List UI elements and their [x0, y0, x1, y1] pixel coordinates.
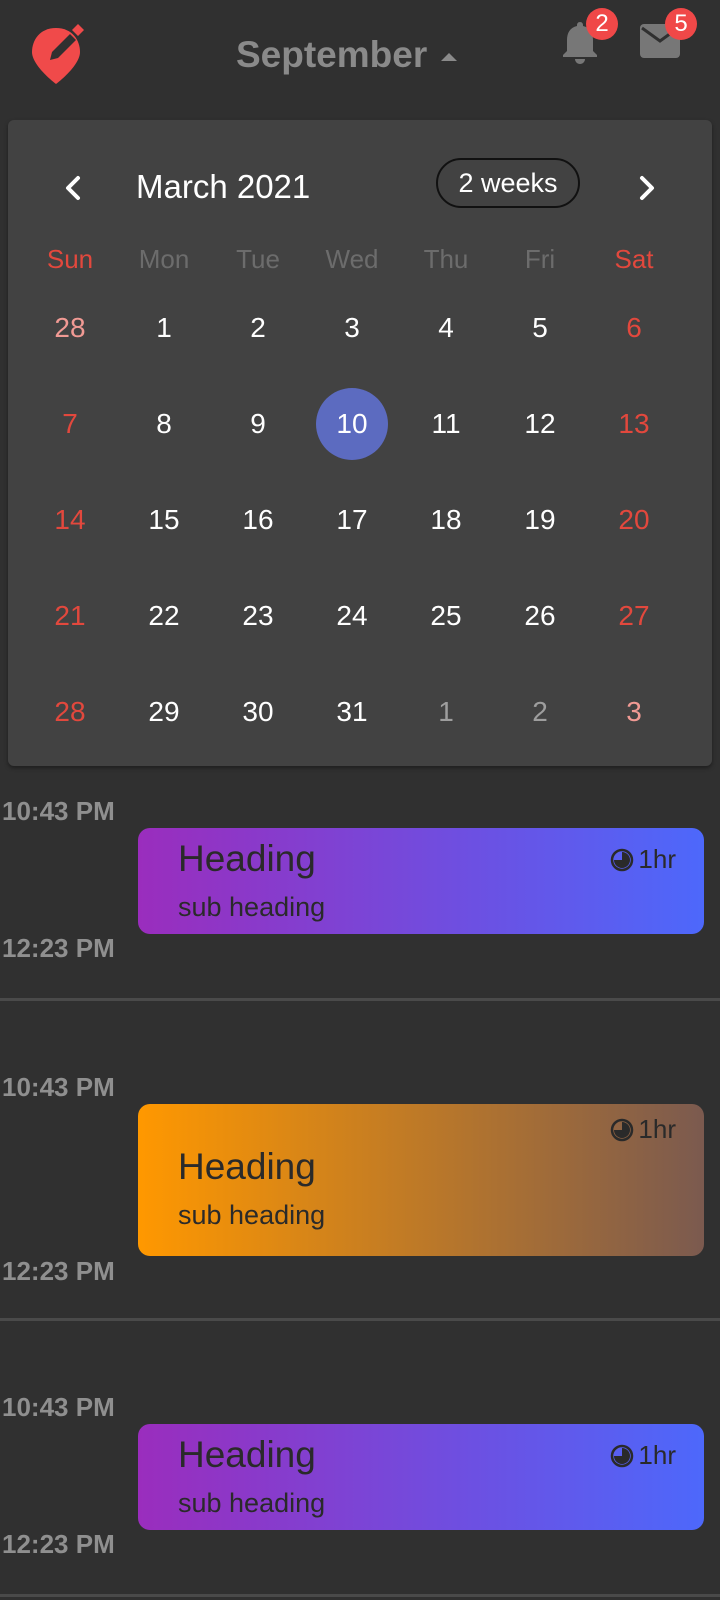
calendar-day[interactable]: 16 [222, 484, 294, 556]
calendar-day[interactable]: 13 [598, 388, 670, 460]
calendar-grid: 28 1 2 3 4 5 6 7 8 9 10 11 12 13 14 15 1… [8, 120, 712, 766]
event-heading: Heading [178, 838, 316, 879]
event-duration: 1hr [610, 1440, 676, 1471]
event-end-time: 12:23 PM [2, 933, 115, 963]
calendar-day[interactable]: 26 [504, 580, 576, 652]
calendar-card: March 2021 2 weeks Sun Mon Tue Wed Thu F… [8, 120, 712, 766]
clock-icon [611, 1444, 634, 1467]
caret-up-icon [441, 53, 458, 61]
calendar-day[interactable]: 23 [222, 580, 294, 652]
calendar-day[interactable]: 2 [222, 292, 294, 364]
event-subheading: sub heading [178, 1200, 326, 1230]
calendar-day[interactable]: 5 [504, 292, 576, 364]
calendar-day[interactable]: 12 [504, 388, 576, 460]
calendar-day[interactable]: 27 [598, 580, 670, 652]
divider [0, 1594, 720, 1597]
calendar-day[interactable]: 31 [316, 676, 388, 748]
map-pin-edit-icon[interactable] [28, 20, 88, 86]
calendar-day[interactable]: 14 [34, 484, 106, 556]
calendar-day[interactable]: 30 [222, 676, 294, 748]
calendar-day[interactable]: 15 [128, 484, 200, 556]
event-duration: 1hr [610, 1114, 676, 1145]
mail-badge: 5 [665, 8, 697, 40]
event-start-time: 10:43 PM [2, 1072, 115, 1102]
calendar-day[interactable]: 21 [34, 580, 106, 652]
event-duration-label: 1hr [638, 1440, 676, 1470]
calendar-day[interactable]: 20 [598, 484, 670, 556]
event-heading: Heading [178, 1434, 316, 1475]
calendar-day[interactable]: 28 [34, 292, 106, 364]
event-row: 10:43 PM Heading sub heading 1hr 12:23 P… [0, 796, 720, 996]
calendar-day[interactable]: 22 [128, 580, 200, 652]
calendar-day[interactable]: 8 [128, 388, 200, 460]
event-heading: Heading [178, 1146, 316, 1187]
calendar-day[interactable]: 25 [410, 580, 482, 652]
month-selector[interactable]: September [236, 30, 458, 80]
calendar-day[interactable]: 18 [410, 484, 482, 556]
event-row: 10:43 PM Heading sub heading 1hr 12:23 P… [0, 1072, 720, 1312]
calendar-day[interactable]: 17 [316, 484, 388, 556]
event-duration-label: 1hr [638, 844, 676, 874]
calendar-day[interactable]: 19 [504, 484, 576, 556]
event-card[interactable]: Heading sub heading 1hr [138, 828, 704, 934]
event-card[interactable]: Heading sub heading 1hr [138, 1424, 704, 1530]
event-row: 10:43 PM Heading sub heading 1hr 12:23 P… [0, 1392, 720, 1592]
event-card[interactable]: Heading sub heading 1hr [138, 1104, 704, 1256]
calendar-day[interactable]: 29 [128, 676, 200, 748]
calendar-day[interactable]: 3 [598, 676, 670, 748]
calendar-day[interactable]: 6 [598, 292, 670, 364]
calendar-day[interactable]: 9 [222, 388, 294, 460]
app-bar: September 2 5 [0, 0, 720, 110]
calendar-day[interactable]: 1 [410, 676, 482, 748]
clock-icon [611, 848, 634, 871]
divider [0, 1318, 720, 1321]
event-end-time: 12:23 PM [2, 1256, 115, 1286]
clock-icon [611, 1118, 634, 1141]
month-label: September [236, 34, 428, 75]
calendar-day[interactable]: 24 [316, 580, 388, 652]
event-subheading: sub heading [178, 892, 326, 922]
calendar-day[interactable]: 2 [504, 676, 576, 748]
calendar-day[interactable]: 1 [128, 292, 200, 364]
event-end-time: 12:23 PM [2, 1529, 115, 1559]
event-duration: 1hr [610, 844, 676, 875]
event-start-time: 10:43 PM [2, 796, 115, 826]
event-subheading: sub heading [178, 1488, 326, 1518]
event-start-time: 10:43 PM [2, 1392, 115, 1422]
calendar-day[interactable]: 3 [316, 292, 388, 364]
calendar-day[interactable]: 4 [410, 292, 482, 364]
calendar-day[interactable]: 28 [34, 676, 106, 748]
divider [0, 998, 720, 1001]
event-duration-label: 1hr [638, 1114, 676, 1144]
notification-badge: 2 [586, 8, 618, 40]
calendar-day-selected[interactable]: 10 [316, 388, 388, 460]
calendar-day[interactable]: 11 [410, 388, 482, 460]
calendar-day[interactable]: 7 [34, 388, 106, 460]
